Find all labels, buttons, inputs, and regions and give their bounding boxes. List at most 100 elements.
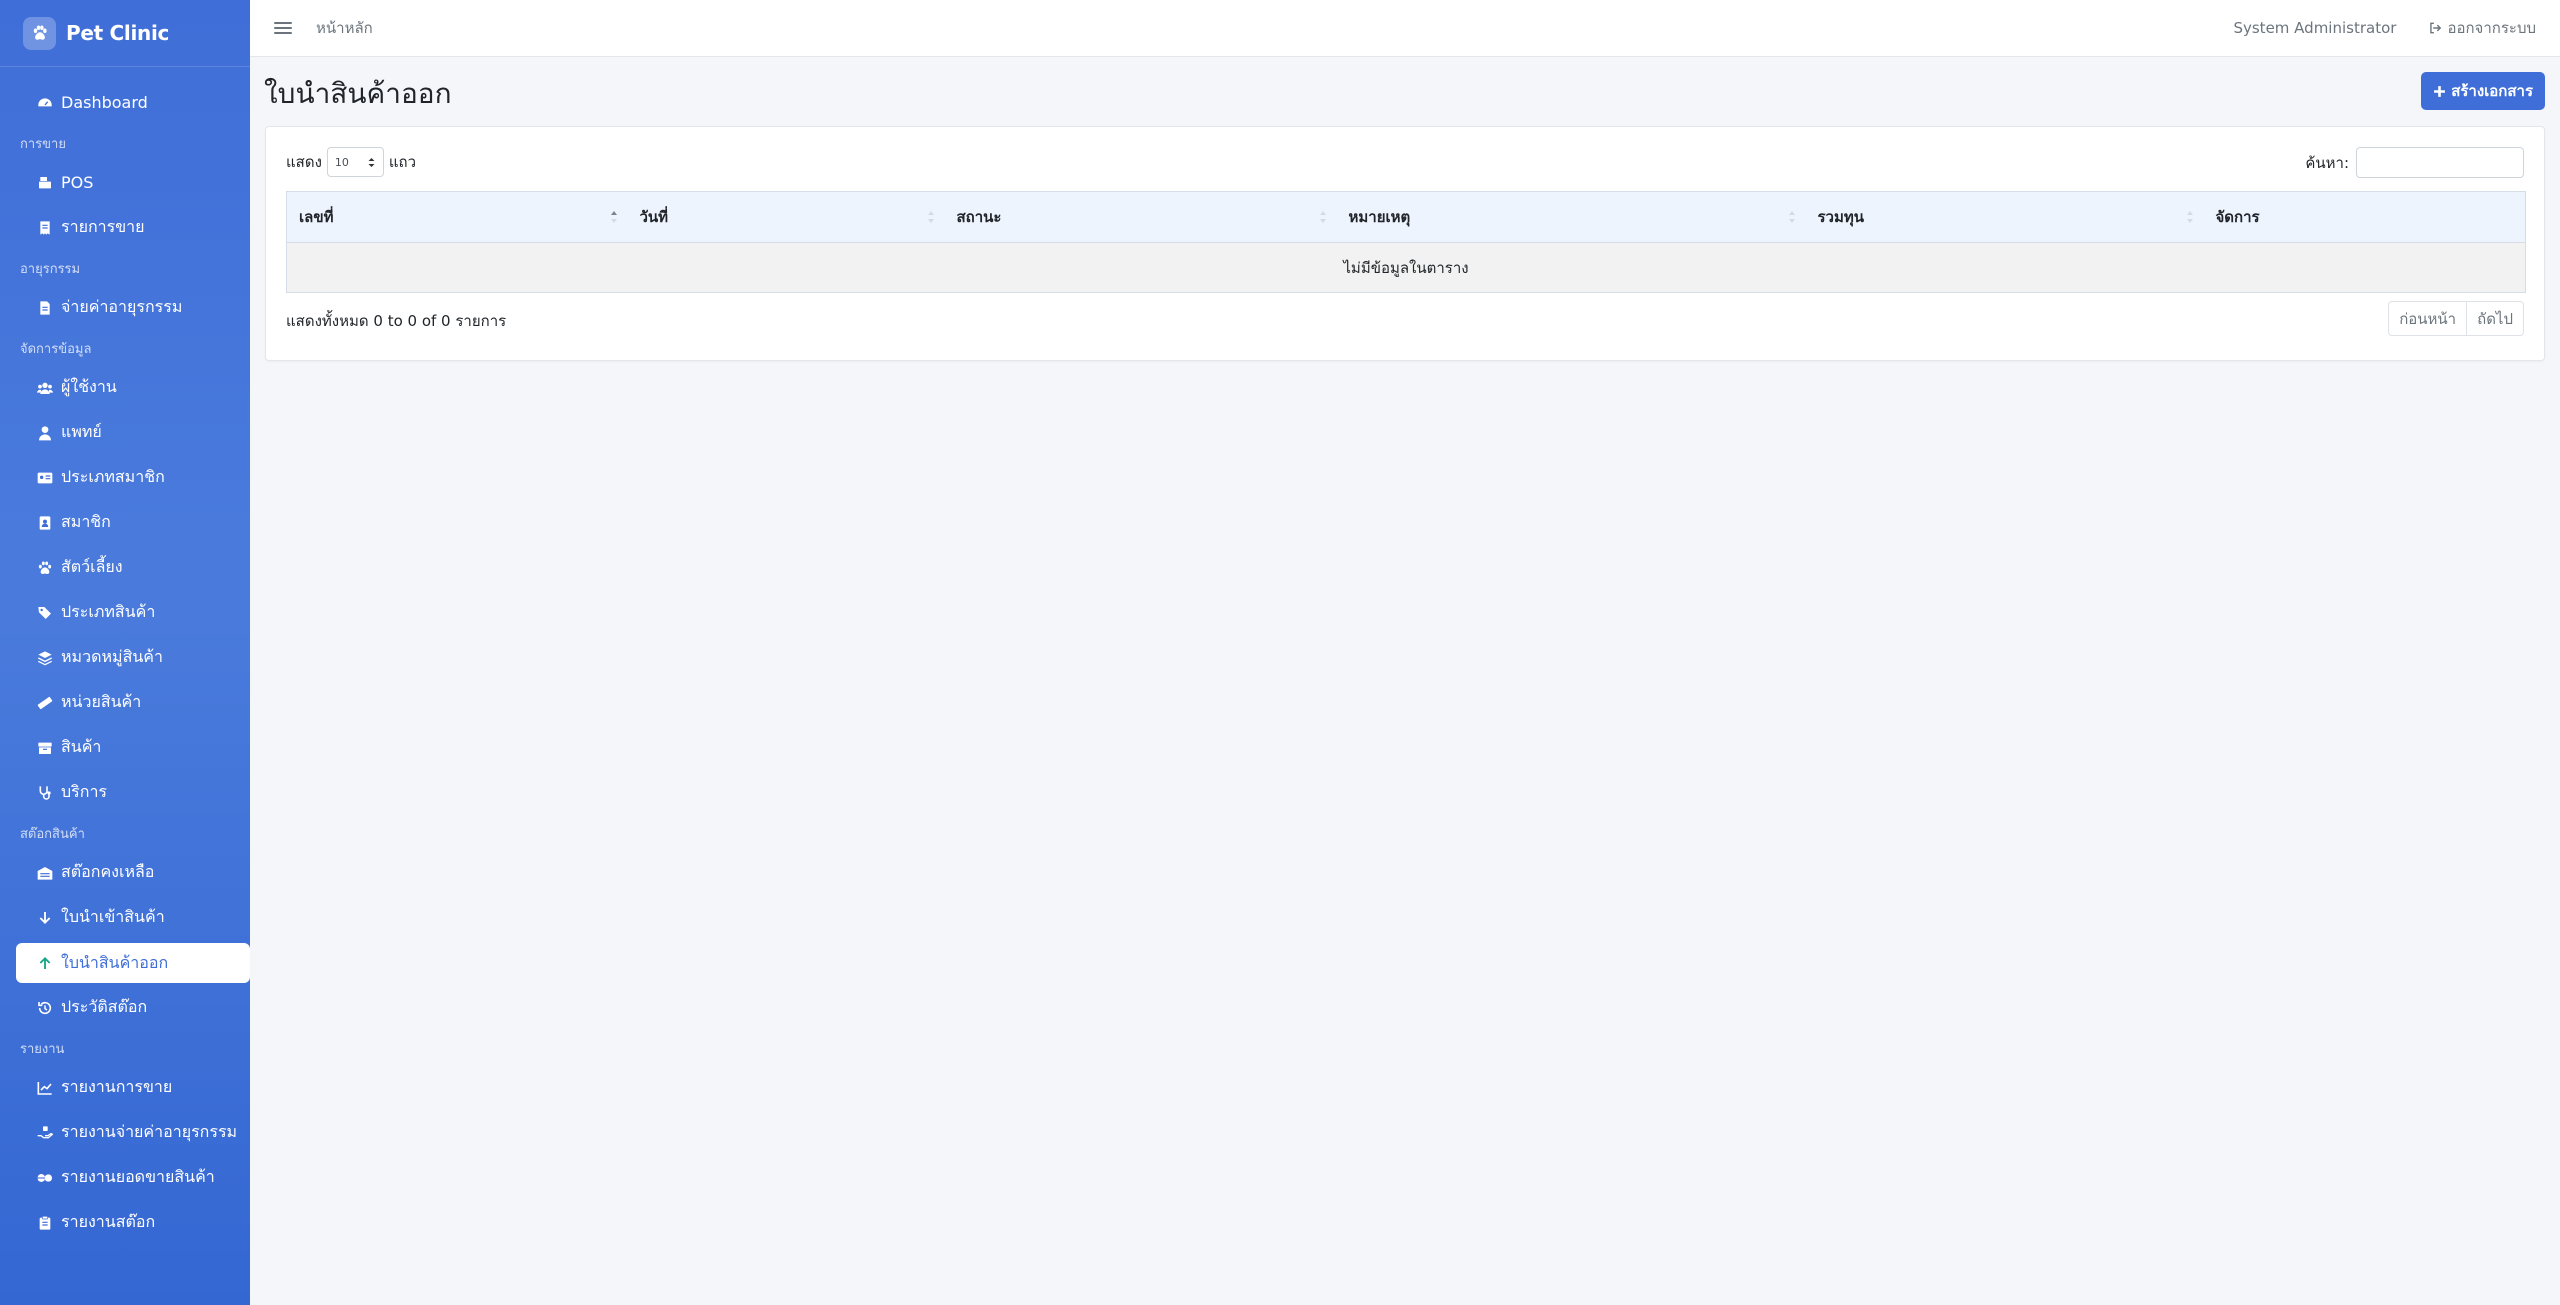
sort-asc-icon: [610, 211, 617, 223]
column-label: เลขที่: [299, 208, 334, 226]
cash-register-icon: [35, 174, 55, 192]
main-content: ใบนำสินค้าออก สร้างเอกสาร แสดง 10 แถว ค้…: [250, 58, 2560, 1305]
pagination-next-button[interactable]: ถัดไป: [2466, 302, 2523, 335]
create-document-button[interactable]: สร้างเอกสาร: [2421, 72, 2545, 110]
chart-line-icon: [35, 1079, 55, 1097]
pagination-prev-button[interactable]: ก่อนหน้า: [2389, 302, 2466, 335]
sort-icon: [927, 211, 934, 223]
column-label: หมายเหตุ: [1348, 208, 1411, 226]
paw-logo-icon: [23, 16, 56, 50]
dashboard-icon: [35, 94, 55, 112]
sidebar-item-label: สต๊อกคงเหลือ: [61, 862, 155, 881]
user-name: System Administrator: [2233, 19, 2397, 37]
sort-icon: [1788, 211, 1795, 223]
paw-icon: [35, 559, 55, 577]
search-control: ค้นหา:: [2305, 147, 2524, 178]
sidebar-item-label: ใบนำสินค้าออก: [61, 952, 169, 972]
file-invoice-icon: [35, 299, 55, 317]
length-suffix: แถว: [388, 153, 417, 171]
page-length-control: แสดง 10 แถว: [286, 147, 416, 177]
ruler-icon: [35, 694, 55, 712]
arrow-down-icon: [35, 909, 55, 927]
column-header[interactable]: หมายเหตุ: [1336, 191, 1806, 243]
sidebar-item[interactable]: รายการขาย: [0, 205, 250, 250]
sidebar-item-label: สมาชิก: [61, 512, 111, 531]
sidebar-item-label: บริการ: [61, 782, 108, 801]
warehouse-icon: [35, 864, 55, 882]
page-length-select[interactable]: 10: [326, 147, 384, 177]
sidebar-item[interactable]: สมาชิก: [0, 500, 250, 545]
sidebar-item[interactable]: จ่ายค่าอายุรกรรม: [0, 285, 250, 330]
column-header[interactable]: สถานะ: [944, 191, 1337, 243]
brand-name: Pet Clinic: [66, 21, 170, 45]
sidebar-item[interactable]: หมวดหมู่สินค้า: [0, 635, 250, 680]
sidebar-item[interactable]: ใบนำเข้าสินค้า: [0, 895, 250, 940]
brand[interactable]: Pet Clinic: [0, 0, 250, 67]
datatable-card: แสดง 10 แถว ค้นหา: เลขที่ วันที่ สถานะ ห…: [265, 126, 2545, 361]
sidebar-item-label: รายงานจ่ายค่าอายุรกรรม: [61, 1122, 238, 1141]
sidebar-item[interactable]: ผู้ใช้งาน: [0, 365, 250, 410]
sidebar-item-label: ประวัติสต๊อก: [61, 997, 148, 1016]
sidebar-item[interactable]: สัตว์เลี้ยง: [0, 545, 250, 590]
page-title: ใบนำสินค้าออก: [264, 77, 452, 110]
column-header[interactable]: รวมทุน: [1805, 191, 2204, 243]
sidebar: Pet Clinic Dashboard การขาย POS รายการขาย อา…: [0, 0, 250, 1305]
sidebar-item[interactable]: แพทย์: [0, 410, 250, 455]
menu-toggle-icon[interactable]: [274, 19, 292, 37]
id-card-icon: [35, 469, 55, 487]
sidebar-item[interactable]: สินค้า: [0, 725, 250, 770]
length-prefix: แสดง: [286, 153, 322, 171]
sidebar-item[interactable]: รายงานสต๊อก: [0, 1200, 250, 1245]
sort-icon: [2186, 211, 2193, 223]
member-icon: [35, 514, 55, 532]
receipt-icon: [35, 219, 55, 237]
sidebar-item[interactable]: ประเภทสมาชิก: [0, 455, 250, 500]
sidebar-section-header: การขาย: [20, 137, 66, 152]
history-icon: [35, 999, 55, 1017]
column-label: รวมทุน: [1817, 208, 1865, 226]
sidebar-item-label: แพทย์: [61, 422, 102, 441]
sidebar-item[interactable]: ประเภทสินค้า: [0, 590, 250, 635]
breadcrumb-home[interactable]: หน้าหลัก: [316, 16, 373, 40]
sidebar-item-label: สัตว์เลี้ยง: [61, 557, 123, 576]
data-table: เลขที่ วันที่ สถานะ หมายเหตุ รวมทุน จัดก…: [286, 191, 2526, 293]
sidebar-item[interactable]: รายงานยอดขายสินค้า: [0, 1155, 250, 1200]
hand-holding-icon: [35, 1124, 55, 1142]
sidebar-item-label: รายงานการขาย: [61, 1077, 173, 1096]
sidebar-item-label: รายงานสต๊อก: [61, 1212, 156, 1231]
sidebar-item[interactable]: ใบนำสินค้าออก: [16, 943, 250, 983]
sidebar-item[interactable]: ประวัติสต๊อก: [0, 985, 250, 1030]
sidebar-item[interactable]: Dashboard: [0, 80, 250, 125]
sidebar-item-label: หมวดหมู่สินค้า: [61, 647, 163, 666]
table-info: แสดงทั้งหมด 0 to 0 of 0 รายการ: [286, 312, 507, 330]
sidebar-item-label: ประเภทสมาชิก: [61, 467, 165, 486]
sidebar-section-header: จัดการข้อมูล: [20, 342, 92, 357]
sidebar-nav: Dashboard การขาย POS รายการขาย อายุรกรรม จ่าย…: [0, 67, 250, 1245]
logout-label: ออกจากระบบ: [2447, 19, 2536, 37]
column-label: จัดการ: [2215, 208, 2260, 226]
column-header[interactable]: วันที่: [627, 191, 945, 243]
sidebar-item-label: ใบนำเข้าสินค้า: [61, 907, 165, 926]
sidebar-item[interactable]: สต๊อกคงเหลือ: [0, 850, 250, 895]
sidebar-item[interactable]: POS: [0, 160, 250, 205]
sidebar-section-header: รายงาน: [20, 1042, 65, 1057]
column-header: จัดการ: [2203, 191, 2526, 243]
empty-table-message: ไม่มีข้อมูลในตาราง: [286, 242, 2526, 293]
logout-link[interactable]: ออกจากระบบ: [2428, 16, 2536, 40]
pagination: ก่อนหน้า ถัดไป: [2388, 301, 2524, 336]
tags-icon: [35, 604, 55, 622]
sidebar-item[interactable]: บริการ: [0, 770, 250, 815]
sidebar-item-label: หน่วยสินค้า: [61, 692, 142, 711]
sidebar-item[interactable]: รายงานจ่ายค่าอายุรกรรม: [0, 1110, 250, 1155]
sidebar-item[interactable]: หน่วยสินค้า: [0, 680, 250, 725]
page-length-value: 10: [334, 155, 349, 169]
sidebar-item[interactable]: รายงานการขาย: [0, 1065, 250, 1110]
sidebar-item-label: รายการขาย: [61, 217, 145, 236]
column-header[interactable]: เลขที่: [286, 191, 628, 243]
search-input[interactable]: [2356, 147, 2524, 178]
sidebar-section-header: สต๊อกสินค้า: [20, 827, 85, 842]
select-caret-icon: [368, 157, 375, 167]
sidebar-item-label: ประเภทสินค้า: [61, 602, 156, 621]
pills-icon: [35, 1169, 55, 1187]
table-header-row: เลขที่ วันที่ สถานะ หมายเหตุ รวมทุน จัดก…: [286, 191, 2526, 243]
